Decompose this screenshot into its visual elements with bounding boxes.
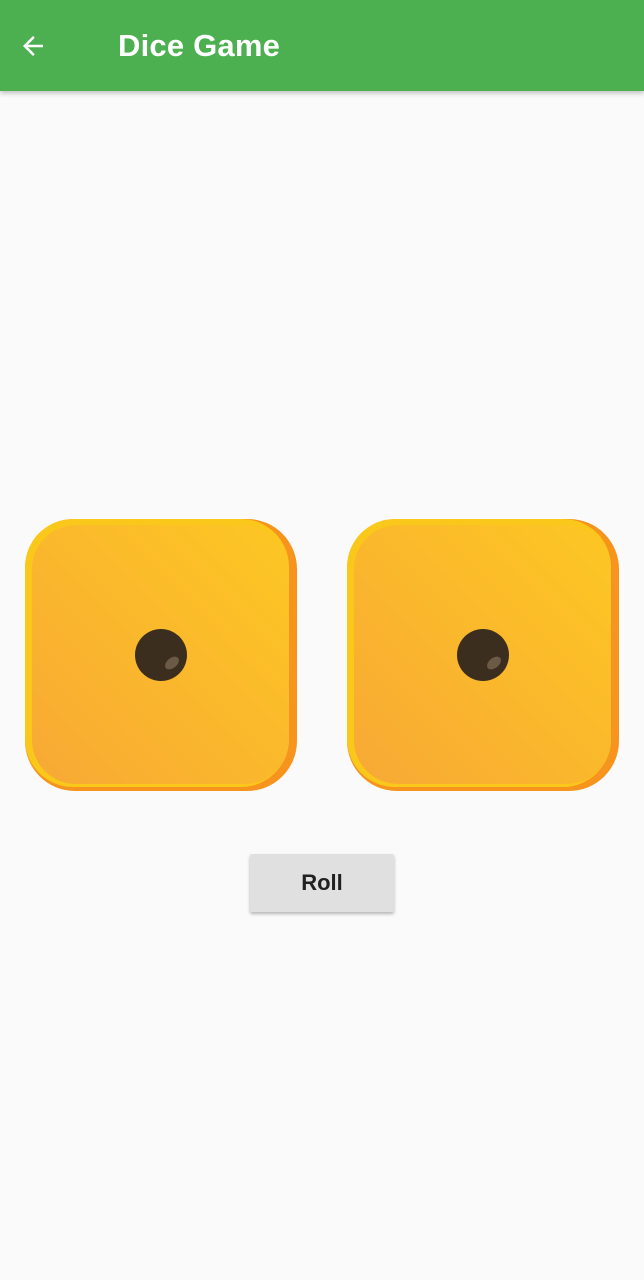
page-title: Dice Game xyxy=(118,28,281,63)
arrow-back-icon xyxy=(18,31,48,61)
die-face-1-icon xyxy=(346,518,620,792)
die-left[interactable] xyxy=(24,518,298,792)
app-bar: Dice Game xyxy=(0,0,644,91)
die-face-1-icon xyxy=(24,518,298,792)
die-right[interactable] xyxy=(346,518,620,792)
dice-row xyxy=(0,518,644,792)
back-button[interactable] xyxy=(18,22,74,70)
roll-button[interactable]: Roll xyxy=(250,854,394,912)
